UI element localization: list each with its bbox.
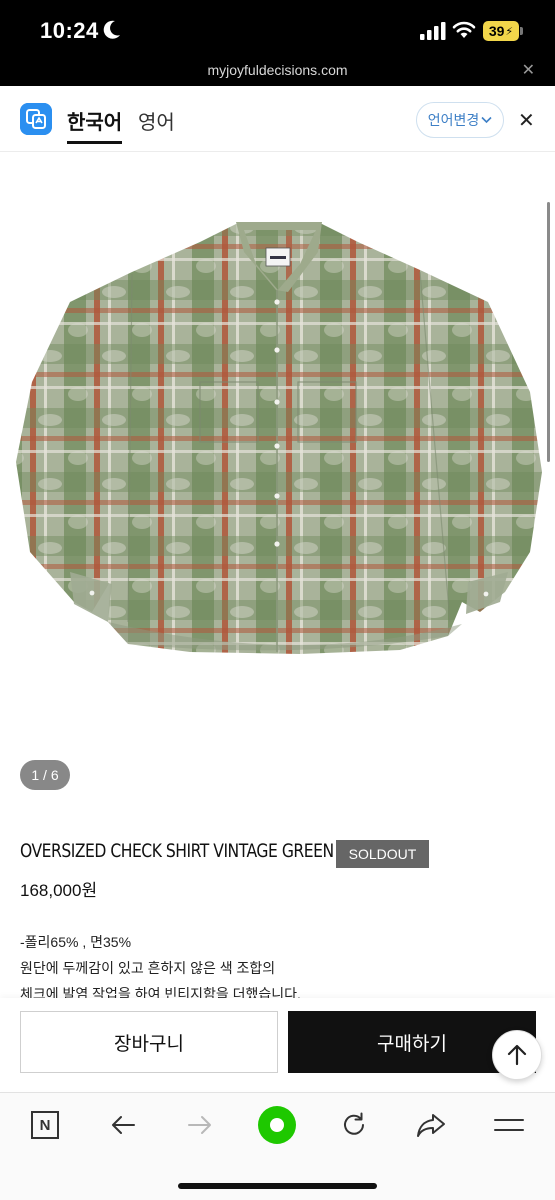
green-dot-icon xyxy=(258,1106,296,1144)
wifi-icon xyxy=(452,21,476,38)
description-line: -폴리65% , 면35% xyxy=(20,934,132,950)
moon-icon xyxy=(103,20,120,39)
image-counter: 1 / 6 xyxy=(20,760,70,790)
arrow-left-icon xyxy=(112,1116,135,1134)
arrow-up-icon xyxy=(507,1044,527,1066)
add-to-cart-button[interactable]: 장바구니 xyxy=(20,1011,278,1073)
signal-icon xyxy=(420,22,446,40)
hamburger-menu-icon xyxy=(494,1119,524,1131)
back-button[interactable] xyxy=(103,1110,143,1140)
product-name: OVERSIZED CHECK SHIRT VINTAGE GREEN xyxy=(20,840,334,862)
soldout-badge: SOLDOUT xyxy=(336,840,429,868)
language-change-label: 언어변경 xyxy=(427,112,480,128)
home-indicator xyxy=(178,1183,377,1189)
tab-korean[interactable]: 한국어 xyxy=(67,106,123,144)
tab-english[interactable]: 영어 xyxy=(138,106,175,135)
charging-bolt-icon: ⚡ xyxy=(505,25,514,38)
naver-home-icon: N xyxy=(31,1111,59,1139)
menu-button[interactable] xyxy=(489,1110,529,1140)
chevron-down-icon xyxy=(481,116,492,124)
green-dot-button[interactable] xyxy=(257,1105,297,1145)
translate-bar: 한국어 영어 언어변경 ✕ xyxy=(0,86,555,152)
refresh-button[interactable] xyxy=(334,1110,374,1140)
battery-level: 39 xyxy=(488,23,505,39)
translate-close-button[interactable]: ✕ xyxy=(518,108,535,133)
translate-logo-icon xyxy=(20,103,52,135)
scroll-to-top-button[interactable] xyxy=(492,1030,542,1080)
browser-url[interactable]: myjoyfuldecisions.com xyxy=(0,62,555,78)
battery-indicator: 39 ⚡ xyxy=(483,21,519,41)
scroll-indicator[interactable] xyxy=(547,202,550,462)
shirt-image xyxy=(16,222,542,654)
url-close-button[interactable]: ✕ xyxy=(522,60,535,80)
status-bar: 10:24 39 ⚡ myjoyfuldecisions.com ✕ xyxy=(0,0,555,86)
description-line: 원단에 두께감이 있고 흔하지 않은 색 조합의 xyxy=(20,960,276,976)
purchase-action-bar: 장바구니 구매하기 xyxy=(0,998,555,1090)
product-image[interactable] xyxy=(0,152,555,802)
language-change-button[interactable]: 언어변경 xyxy=(416,102,504,138)
refresh-icon xyxy=(344,1112,364,1135)
naver-home-button[interactable]: N xyxy=(25,1110,65,1140)
share-icon xyxy=(417,1114,445,1137)
forward-button[interactable] xyxy=(180,1110,220,1140)
share-button[interactable] xyxy=(411,1110,451,1140)
status-time: 10:24 xyxy=(40,18,99,43)
product-price: 168,000원 xyxy=(20,881,98,900)
battery-cap xyxy=(520,27,523,35)
arrow-right-icon xyxy=(188,1116,211,1134)
